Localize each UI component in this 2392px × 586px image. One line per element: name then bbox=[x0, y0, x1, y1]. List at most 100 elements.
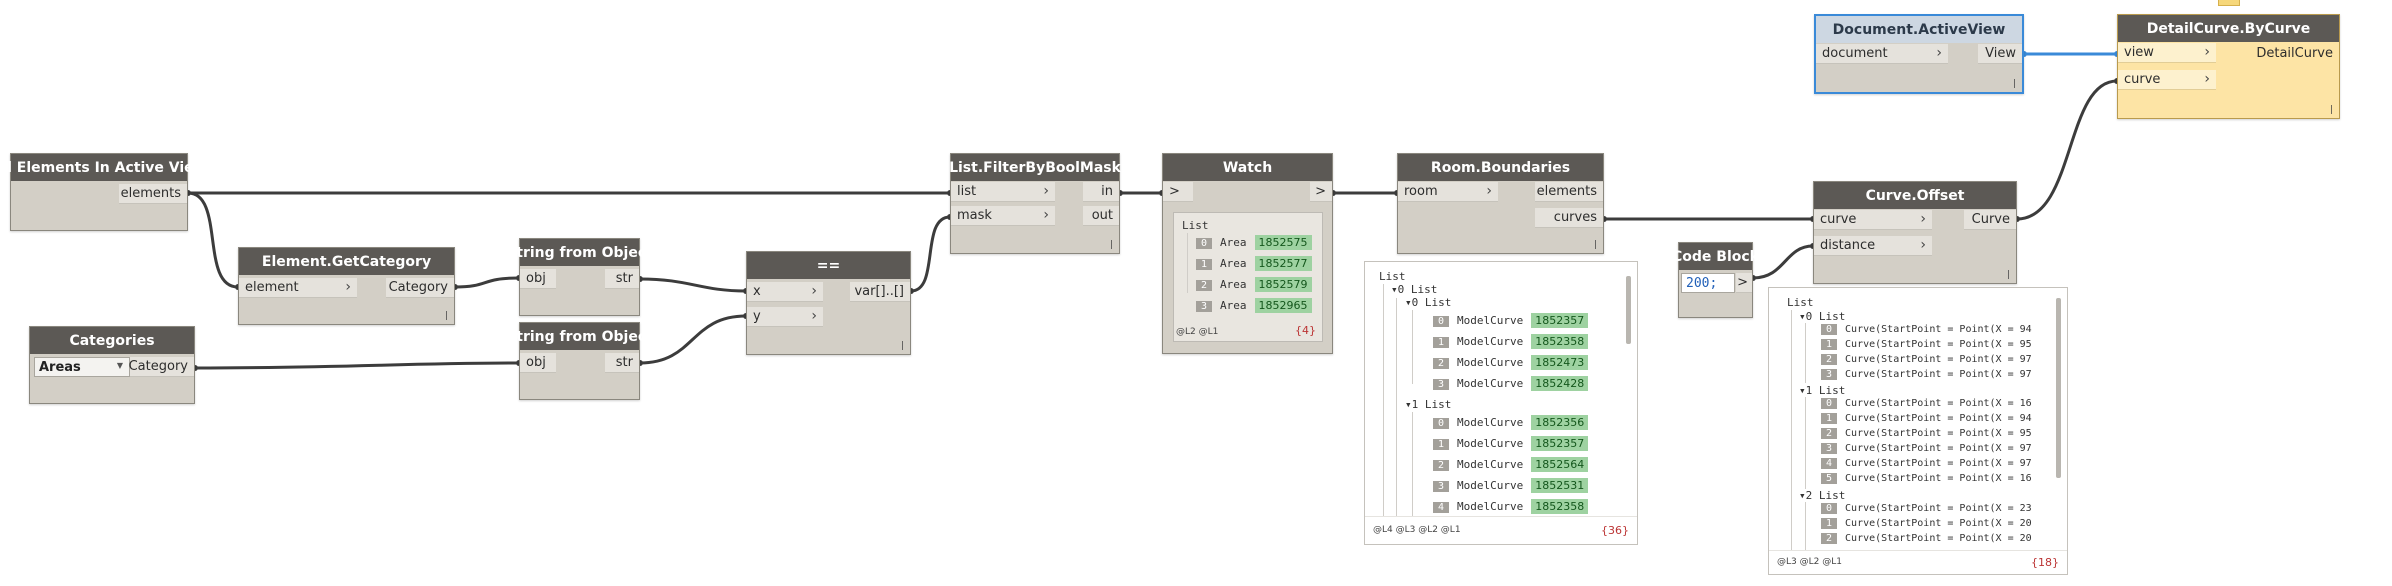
collapse-icon: ▾ bbox=[1391, 283, 1398, 296]
node-all-elements-in-active-view[interactable]: All Elements In Active View elements bbox=[0, 153, 207, 231]
node-string-from-object[interactable]: String from Object obj str bbox=[506, 238, 653, 316]
output-port-curve[interactable]: Curve bbox=[1964, 210, 2016, 230]
node-string-from-object[interactable]: String from Object obj str bbox=[506, 322, 653, 400]
scrollbar[interactable] bbox=[2056, 298, 2061, 478]
scrollbar[interactable] bbox=[1626, 276, 1631, 344]
output-port-category[interactable]: Category bbox=[386, 278, 454, 298]
port-label: y bbox=[753, 309, 761, 324]
tree-group-label: ▾0 List bbox=[1391, 283, 1438, 296]
wire-str2-to-y bbox=[639, 314, 747, 365]
output-port-str[interactable]: str bbox=[605, 269, 639, 289]
output-port-detailcurve[interactable]: DetailCurve bbox=[2249, 43, 2339, 63]
collapse-icon: ▾ bbox=[1405, 296, 1412, 309]
preview-row: 2 ModelCurve 1852564 bbox=[1433, 457, 1589, 472]
node-list-filterbyboolmask[interactable]: List.FilterByBoolMask list › mask › in o… bbox=[949, 153, 1121, 254]
input-port-curve[interactable]: curve › bbox=[1814, 210, 1932, 230]
input-port-curve[interactable]: curve › bbox=[2118, 70, 2216, 90]
port-label: curve bbox=[1820, 212, 1857, 227]
chevron-right-icon: › bbox=[1043, 207, 1049, 223]
chevron-right-icon: › bbox=[2204, 71, 2210, 87]
input-port-element[interactable]: element › bbox=[239, 278, 357, 298]
preview-row: 1 Curve(StartPoint = Point(X = 94 bbox=[1821, 413, 2032, 424]
input-port-mask[interactable]: mask › bbox=[951, 206, 1055, 226]
input-port-list[interactable]: list › bbox=[951, 182, 1055, 202]
preview-row: 3 Curve(StartPoint = Point(X = 97 bbox=[1821, 443, 2032, 454]
port-label: view bbox=[2124, 45, 2154, 60]
input-port-obj[interactable]: obj bbox=[520, 353, 556, 373]
output-port-elements[interactable]: elements bbox=[1535, 182, 1603, 202]
preview-row: 1 Curve(StartPoint = Point(X = 20 bbox=[1821, 518, 2032, 529]
chevron-right-icon: › bbox=[1936, 45, 1942, 61]
port-label: obj bbox=[526, 355, 546, 370]
room-boundaries-preview[interactable]: List ▾0 List ▾0 List 0 ModelCurve 1852357 … bbox=[1364, 261, 1638, 545]
collapse-icon: ▾ bbox=[1799, 489, 1806, 502]
input-port-obj[interactable]: obj bbox=[520, 269, 556, 289]
input-port-view[interactable]: view › bbox=[2118, 43, 2216, 63]
collapse-icon: ▾ bbox=[1799, 384, 1806, 397]
output-port-curves[interactable]: curves bbox=[1535, 208, 1603, 228]
output-port-in[interactable]: in bbox=[1083, 182, 1119, 202]
input-port-x[interactable]: x › bbox=[747, 282, 823, 302]
node-detailcurve-bycurve[interactable]: DetailCurve.ByCurve view › curve › Detai… bbox=[2117, 14, 2340, 119]
warning-flag-icon[interactable] bbox=[2218, 0, 2240, 6]
lacing-icon: | bbox=[2012, 79, 2016, 89]
preview-footer: @L4 @L3 @L2 @L1 {36} bbox=[1365, 516, 1637, 544]
preview-row: 3 ModelCurve 1852428 bbox=[1433, 376, 1589, 391]
output-port-out[interactable]: out bbox=[1083, 206, 1119, 226]
node-curve-offset[interactable]: Curve.Offset curve › distance › Curve | bbox=[1813, 181, 2017, 284]
node-watch[interactable]: Watch > > List 0 Area 1852575 1 Area 1852577… bbox=[1162, 153, 1333, 354]
port-label: list bbox=[957, 184, 977, 199]
wire-category-to-obj1 bbox=[454, 276, 520, 289]
node-title: == bbox=[747, 252, 910, 279]
node-element-getcategory[interactable]: Element.GetCategory element › Category | bbox=[238, 247, 455, 325]
input-port-distance[interactable]: distance › bbox=[1814, 236, 1932, 256]
preview-row: 4 Curve(StartPoint = Point(X = 97 bbox=[1821, 458, 2032, 469]
node-room-boundaries[interactable]: Room.Boundaries room › elements curves | bbox=[1397, 153, 1604, 254]
preview-row: 2 ModelCurve 1852473 bbox=[1433, 355, 1589, 370]
tree-group-label: ▾0 List bbox=[1799, 310, 1846, 323]
wire-var-to-mask bbox=[910, 215, 951, 293]
preview-row: 1 ModelCurve 1852358 bbox=[1433, 334, 1589, 349]
wire-elements-to-element bbox=[187, 191, 239, 289]
curve-offset-preview[interactable]: List ▾0 List 0 Curve(StartPoint = Point(X… bbox=[1768, 287, 2068, 575]
input-port-document[interactable]: document › bbox=[1816, 44, 1948, 64]
chevron-right-icon: › bbox=[345, 279, 351, 295]
item-count: {4} bbox=[1295, 324, 1316, 337]
node-equals[interactable]: == x › y › var[]..[] | bbox=[746, 251, 911, 355]
preview-row: 3 Area 1852965 bbox=[1196, 298, 1312, 313]
output-port[interactable]: > bbox=[1736, 273, 1752, 293]
chevron-right-icon: › bbox=[811, 283, 817, 299]
watch-preview-panel[interactable]: List 0 Area 1852575 1 Area 1852577 2 Area 1852… bbox=[1173, 212, 1323, 342]
node-categories[interactable]: Categories Areas ▼ Category bbox=[29, 326, 195, 404]
output-port-category[interactable]: Category bbox=[129, 357, 194, 377]
list-levels: @L4 @L3 @L2 @L1 bbox=[1373, 525, 1461, 535]
output-port-str[interactable]: str bbox=[605, 353, 639, 373]
output-port-elements[interactable]: elements bbox=[119, 184, 187, 204]
input-port-y[interactable]: y › bbox=[747, 307, 823, 327]
node-title: Code Block bbox=[1672, 243, 1759, 270]
preview-row: 2 Area 1852579 bbox=[1196, 277, 1312, 292]
preview-row: 1 Curve(StartPoint = Point(X = 95 bbox=[1821, 339, 2032, 350]
preview-root-label: List bbox=[1787, 296, 1814, 309]
input-port[interactable]: > bbox=[1163, 182, 1193, 202]
output-port-view[interactable]: View bbox=[1978, 44, 2022, 64]
node-title: DetailCurve.ByCurve bbox=[2118, 15, 2339, 42]
code-editor[interactable]: 200; bbox=[1681, 273, 1735, 293]
graph-canvas[interactable]: { "nodes": { "all_elements": {"title": "… bbox=[0, 0, 2392, 586]
preview-row: 3 Curve(StartPoint = Point(X = 97 bbox=[1821, 369, 2032, 380]
chevron-right-icon: › bbox=[1920, 211, 1926, 227]
tree-guide bbox=[1805, 397, 1806, 489]
tree-group-label: ▾0 List bbox=[1405, 296, 1452, 309]
preview-row: 3 ModelCurve 1852531 bbox=[1433, 478, 1589, 493]
input-port-room[interactable]: room › bbox=[1398, 182, 1498, 202]
port-label: document bbox=[1822, 46, 1888, 61]
preview-row: 0 Curve(StartPoint = Point(X = 23 bbox=[1821, 503, 2032, 514]
node-document-activeview[interactable]: Document.ActiveView document › View | bbox=[1814, 14, 2024, 94]
tree-guide bbox=[1187, 233, 1188, 293]
output-port-var[interactable]: var[]..[] bbox=[850, 282, 910, 302]
tree-group-label: ▾1 List bbox=[1799, 384, 1846, 397]
category-dropdown[interactable]: Areas ▼ bbox=[34, 357, 130, 377]
output-port[interactable]: > bbox=[1310, 182, 1332, 202]
node-code-block[interactable]: Code Block 200; > bbox=[1672, 242, 1759, 318]
lacing-icon: | bbox=[2329, 105, 2333, 115]
